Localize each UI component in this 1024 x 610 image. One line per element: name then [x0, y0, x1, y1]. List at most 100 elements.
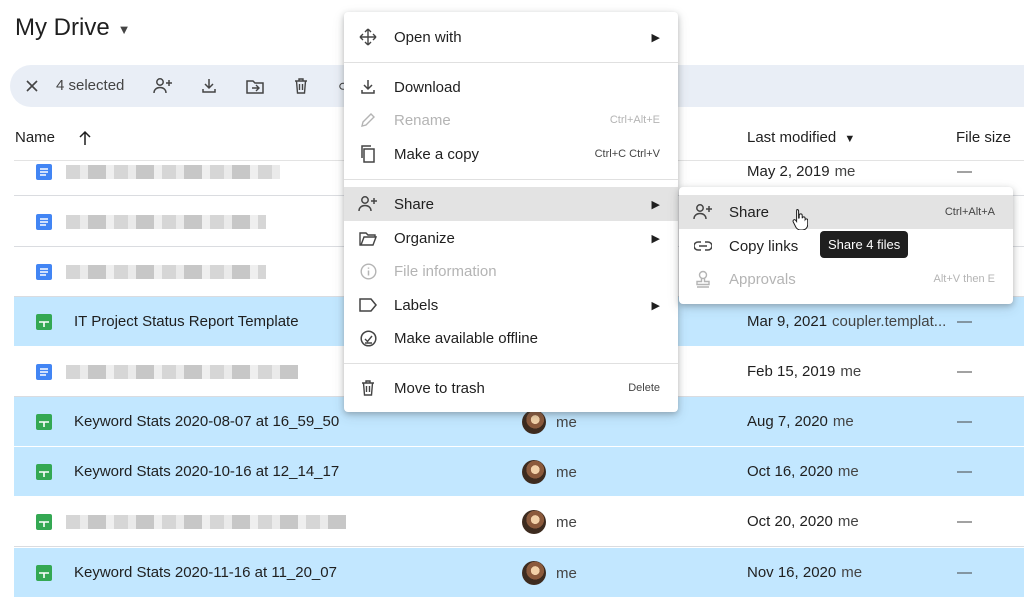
redacted-file-name [66, 215, 266, 229]
owner: me [522, 561, 577, 585]
modified-by: coupler.templat... [832, 313, 947, 330]
file-size: — [957, 163, 972, 180]
google-sheet-icon [36, 565, 52, 581]
last-modified: Mar 9, 2021 coupler.templat... [747, 313, 946, 330]
clear-selection-button[interactable] [20, 65, 44, 107]
last-modified: Oct 16, 2020 me [747, 463, 859, 480]
modified-by: me [832, 413, 854, 430]
drive-title-dropdown[interactable]: My Drive ▼ [15, 14, 131, 42]
google-doc-icon [36, 364, 52, 380]
menu-item-organize[interactable]: Organize ▶ [344, 221, 678, 255]
move-arrows-icon [358, 27, 378, 47]
share-tooltip: Share 4 files [820, 231, 909, 258]
column-header-file-size[interactable]: File size [956, 126, 1011, 150]
google-sheet-icon [36, 464, 52, 480]
file-row[interactable]: Keyword Stats 2020-11-16 at 11_20_07 me No… [14, 548, 1024, 598]
google-doc-icon [36, 214, 52, 230]
modified-by: me [841, 564, 863, 581]
google-doc-icon [36, 164, 52, 180]
google-doc-icon [36, 264, 52, 280]
submenu-item-approvals: Approvals Alt+V then E [679, 262, 1013, 296]
menu-item-file-information: File information [344, 254, 678, 288]
google-sheet-icon [36, 514, 52, 530]
column-header-last-modified[interactable]: Last modified ▼ [747, 126, 855, 151]
modified-date: Feb 15, 2019 [747, 363, 836, 380]
hand-pointer-icon [792, 208, 808, 230]
trash-icon [295, 78, 307, 94]
pencil-icon [358, 110, 378, 130]
modified-by: me [837, 513, 859, 530]
modified-date: Aug 7, 2020 [747, 413, 828, 430]
label-icon [358, 295, 378, 315]
chevron-right-icon: ▶ [651, 232, 660, 245]
chevron-right-icon: ▶ [651, 299, 660, 312]
selected-count: 4 selected [56, 77, 125, 94]
submenu-item-share[interactable]: Share Ctrl+Alt+A [679, 195, 1013, 229]
google-sheet-icon [36, 414, 52, 430]
menu-item-download[interactable]: Download [344, 70, 678, 104]
menu-item-make-copy[interactable]: Make a copy Ctrl+C Ctrl+V [344, 137, 678, 171]
link-icon [693, 236, 713, 256]
file-row[interactable]: Keyword Stats 2020-10-16 at 12_14_17 me Oc… [14, 447, 1024, 497]
close-icon [26, 80, 38, 92]
file-size: — [957, 413, 972, 430]
chevron-right-icon: ▶ [651, 198, 660, 211]
info-icon [358, 261, 378, 281]
owner: me [522, 510, 577, 534]
folder-open-icon [358, 228, 378, 248]
modified-by: me [834, 163, 856, 180]
download-button[interactable] [197, 65, 221, 107]
caret-down-icon: ▼ [117, 21, 131, 37]
last-modified: May 2, 2019 me [747, 163, 855, 180]
copy-icon [358, 144, 378, 164]
trash-button[interactable] [289, 65, 313, 107]
offline-check-icon [358, 328, 378, 348]
column-header-name[interactable]: Name [15, 126, 55, 150]
last-modified: Nov 16, 2020 me [747, 564, 862, 581]
move-button[interactable] [243, 65, 267, 107]
redacted-file-name [66, 165, 280, 179]
file-size: — [957, 564, 972, 581]
file-name: IT Project Status Report Template [74, 313, 299, 330]
modified-date: Oct 16, 2020 [747, 463, 833, 480]
download-icon [202, 79, 216, 93]
file-name: Keyword Stats 2020-08-07 at 16_59_50 [74, 413, 340, 430]
last-modified: Aug 7, 2020 me [747, 413, 854, 430]
file-size: — [957, 463, 972, 480]
menu-divider [344, 179, 678, 180]
avatar [522, 410, 546, 434]
menu-item-make-available-offline[interactable]: Make available offline [344, 321, 678, 355]
menu-divider [344, 363, 678, 364]
menu-item-share[interactable]: Share ▶ [344, 187, 678, 221]
modified-date: Nov 16, 2020 [747, 564, 837, 581]
owner-name: me [556, 413, 577, 431]
redacted-file-name [66, 515, 346, 529]
file-size: — [957, 313, 972, 330]
file-size: — [957, 363, 972, 380]
modified-date: May 2, 2019 [747, 163, 830, 180]
move-to-folder-icon [246, 79, 264, 94]
person-add-icon [358, 194, 378, 214]
person-add-icon [153, 78, 172, 94]
file-row[interactable]: me Oct 20, 2020 me — [14, 497, 1024, 547]
share-button[interactable] [151, 65, 175, 107]
chevron-right-icon: ▶ [651, 31, 660, 44]
avatar [522, 561, 546, 585]
menu-item-labels[interactable]: Labels ▶ [344, 288, 678, 322]
last-modified: Oct 20, 2020 me [747, 513, 859, 530]
caret-down-icon: ▼ [844, 133, 856, 145]
context-menu: Open with ▶ Download Rename Ctrl+Alt+E M… [344, 12, 678, 412]
last-modified: Feb 15, 2019 me [747, 363, 861, 380]
download-icon [358, 77, 378, 97]
page-title: My Drive [15, 14, 110, 41]
owner-name: me [556, 513, 577, 531]
owner-name: me [556, 463, 577, 481]
modified-by: me [840, 363, 862, 380]
trash-icon [358, 378, 378, 398]
modified-by: me [837, 463, 859, 480]
person-add-icon [693, 202, 713, 222]
redacted-file-name [66, 365, 298, 379]
menu-item-move-to-trash[interactable]: Move to trash Delete [344, 371, 678, 405]
menu-item-open-with[interactable]: Open with ▶ [344, 20, 678, 54]
modified-date: Oct 20, 2020 [747, 513, 833, 530]
